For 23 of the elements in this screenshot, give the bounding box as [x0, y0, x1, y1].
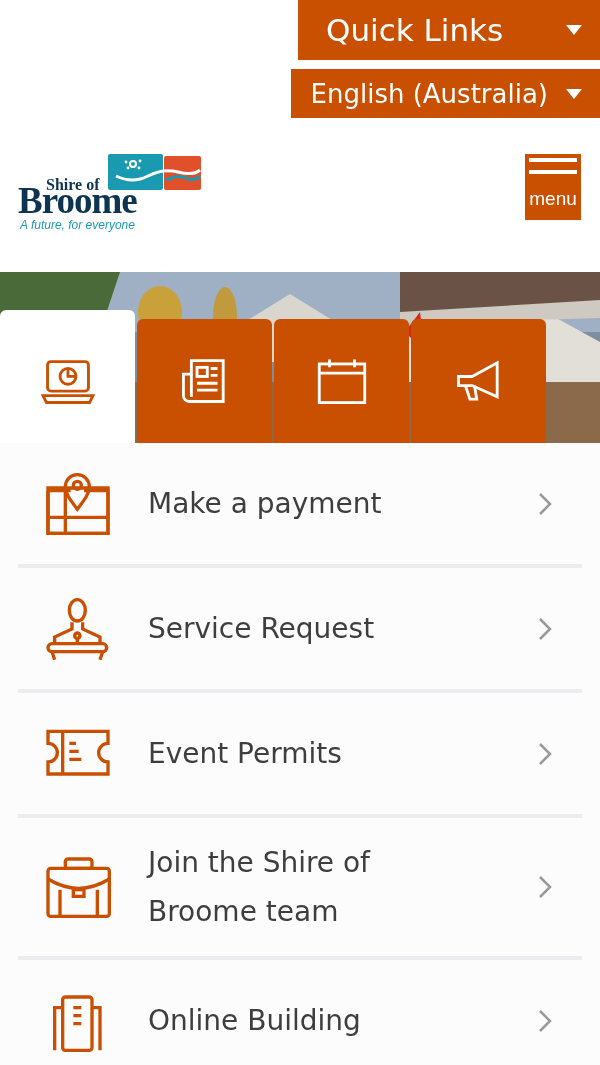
language-button[interactable]: English (Australia)	[290, 69, 600, 118]
quick-links-button[interactable]: Quick Links	[298, 0, 600, 60]
logo-text: Shire of	[46, 176, 100, 193]
caret-icon	[566, 88, 582, 99]
briefcase-icon	[44, 854, 112, 920]
chevron-icon	[538, 491, 552, 516]
map-pin-icon	[44, 470, 112, 537]
logo-tagline: A future, for everyone	[20, 218, 135, 232]
chevron-icon	[538, 741, 552, 766]
link-item[interactable]: Join the Shire of Broome team	[18, 818, 582, 960]
link-item[interactable]: Event Permits	[18, 693, 582, 818]
chevron-icon	[538, 1008, 552, 1033]
caret-icon	[566, 25, 582, 35]
tab[interactable]	[274, 319, 409, 443]
chevron-icon	[538, 616, 552, 641]
tab[interactable]	[0, 310, 135, 443]
chevron-icon	[538, 875, 552, 899]
tab[interactable]	[411, 319, 546, 443]
link-item[interactable]: Online Building	[18, 960, 582, 1065]
link-item[interactable]: Make a payment	[18, 443, 582, 568]
link-item[interactable]: Service Request	[18, 568, 582, 693]
tab[interactable]	[137, 319, 272, 443]
menu-button[interactable]: menu	[525, 154, 581, 220]
